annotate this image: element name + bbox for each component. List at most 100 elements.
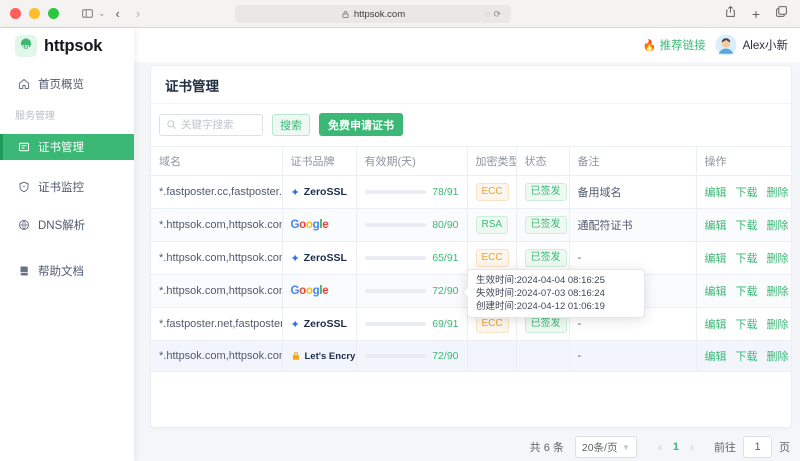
- download-link[interactable]: 下载: [736, 286, 758, 298]
- delete-link[interactable]: 删除: [767, 286, 789, 298]
- status-cell: 已签发: [516, 209, 569, 242]
- address-bar[interactable]: httpsok.com ◌⟳: [235, 5, 511, 23]
- edit-link[interactable]: 编辑: [705, 286, 727, 298]
- download-link[interactable]: 下载: [736, 319, 758, 331]
- brand-name: Let's Encrypt: [305, 351, 357, 362]
- reader-and-reload-icons[interactable]: ◌⟳: [485, 9, 504, 20]
- close-window-button[interactable]: [10, 8, 21, 19]
- zerossl-icon: ✦: [291, 252, 300, 265]
- validity-cell: 65/91: [356, 242, 467, 275]
- promo-link[interactable]: 🔥 推荐链接: [643, 37, 706, 53]
- download-link[interactable]: 下载: [736, 220, 758, 232]
- back-button[interactable]: ‹: [116, 7, 120, 20]
- status-cell: 已签发: [516, 176, 569, 209]
- encryption-cell: RSA: [467, 209, 516, 242]
- url-text: httpsok.com: [354, 9, 405, 20]
- download-link[interactable]: 下载: [736, 351, 758, 363]
- share-icon[interactable]: [724, 5, 737, 23]
- validity-value: 78/91: [432, 186, 458, 198]
- next-page-button[interactable]: ›: [682, 440, 702, 454]
- brand-cell: ✦ZeroSSL: [282, 176, 356, 209]
- validity-cell: 72/90: [356, 341, 467, 372]
- validity-cell: 78/91: [356, 176, 467, 209]
- sidebar-item-home[interactable]: 首页概览: [0, 73, 134, 95]
- brand-cell: Let's Encrypt: [282, 341, 356, 372]
- chevron-down-icon[interactable]: ⌄: [98, 8, 106, 19]
- home-icon: [18, 78, 30, 90]
- status-badge: 已签发: [525, 216, 567, 234]
- zoom-window-button[interactable]: [48, 8, 59, 19]
- browser-chrome: ⌄ ‹ › httpsok.com ◌⟳ +: [0, 0, 800, 28]
- sidebar-item-label: 帮助文档: [38, 263, 84, 279]
- download-link[interactable]: 下载: [736, 187, 758, 199]
- sidebar-toggle-icon[interactable]: [81, 7, 94, 20]
- lets-encrypt-lock-icon: [291, 351, 301, 361]
- prev-page-button[interactable]: ‹: [650, 440, 670, 454]
- actions-cell: 编辑下载删除: [696, 341, 791, 372]
- topbar: 🔥 推荐链接 Alex小新: [134, 28, 800, 62]
- avatar: [715, 34, 737, 56]
- minimize-window-button[interactable]: [29, 8, 40, 19]
- brand-cell: ✦ZeroSSL: [282, 242, 356, 275]
- tooltip-line: 生效时间:2024-04-04 08:16:25: [476, 274, 636, 287]
- pagination: 共 6 条 20条/页 ▼ ‹ 1 › 前往 页: [150, 436, 792, 458]
- total-count-label: 共 6 条: [530, 439, 564, 455]
- brand-name: ZeroSSL: [304, 186, 347, 198]
- sidebar-section-label: 服务管理: [0, 95, 134, 131]
- edit-link[interactable]: 编辑: [705, 319, 727, 331]
- forward-button[interactable]: ›: [136, 7, 140, 20]
- search-input[interactable]: [181, 119, 256, 131]
- table-row: *.fastposter.cc,fastposter.cc✦ZeroSSL78/…: [151, 176, 791, 209]
- validity-value: 80/90: [432, 219, 458, 231]
- edit-link[interactable]: 编辑: [705, 187, 727, 199]
- current-page-button[interactable]: 1: [670, 441, 682, 453]
- search-box: [159, 114, 263, 136]
- encryption-cell: [467, 341, 516, 372]
- validity-progress: 80/90: [365, 219, 459, 231]
- delete-link[interactable]: 删除: [767, 319, 789, 331]
- goto-page-input[interactable]: [743, 436, 772, 458]
- delete-link[interactable]: 删除: [767, 253, 789, 265]
- zerossl-icon: ✦: [291, 318, 300, 331]
- page-title: 证书管理: [151, 66, 791, 104]
- domain-cell: *.fastposter.net,fastposter.net: [151, 308, 282, 341]
- validity-value: 69/91: [432, 318, 458, 330]
- domain-cell: *.httpsok.com,httpsok.com: [151, 209, 282, 242]
- page-size-select[interactable]: 20条/页 ▼: [575, 436, 637, 458]
- sidebar-menu: 首页概览服务管理证书管理证书监控 DNS解析帮助文档: [0, 63, 134, 282]
- column-header: 操作: [696, 147, 791, 176]
- column-header: 证书品牌: [282, 147, 356, 176]
- sidebar-item-cert-manage[interactable]: 证书管理: [0, 134, 134, 160]
- download-link[interactable]: 下载: [736, 253, 758, 265]
- google-logo: Google: [291, 219, 329, 231]
- brand-cell: Google: [282, 209, 356, 242]
- tooltip-line: 失效时间:2024-07-03 08:16:24: [476, 287, 636, 300]
- actions-cell: 编辑下载删除: [696, 209, 791, 242]
- content-area: 证书管理 搜索 免费申请证书 域名证书: [134, 62, 800, 461]
- actions-cell: 编辑下载删除: [696, 308, 791, 341]
- sidebar-item-cert-monitor[interactable]: 证书监控: [0, 176, 134, 198]
- validity-progress: 72/90: [365, 285, 459, 297]
- status-cell: [516, 341, 569, 372]
- goto-label: 前往: [714, 439, 736, 455]
- edit-link[interactable]: 编辑: [705, 351, 727, 363]
- sidebar-item-docs[interactable]: 帮助文档: [0, 260, 134, 282]
- delete-link[interactable]: 删除: [767, 187, 789, 199]
- apply-certificate-button[interactable]: 免费申请证书: [319, 113, 403, 136]
- book-icon: [18, 265, 30, 277]
- user-menu[interactable]: Alex小新: [715, 34, 788, 56]
- certificate-table: 域名证书品牌有效期(天)加密类型状态备注操作 *.fastposter.cc,f…: [151, 146, 791, 372]
- column-header: 状态: [516, 147, 569, 176]
- search-icon: [166, 119, 177, 130]
- delete-link[interactable]: 删除: [767, 220, 789, 232]
- sidebar-item-label: 证书管理: [38, 139, 84, 155]
- new-tab-button[interactable]: +: [752, 7, 760, 21]
- edit-link[interactable]: 编辑: [705, 253, 727, 265]
- validity-cell: 80/90: [356, 209, 467, 242]
- edit-link[interactable]: 编辑: [705, 220, 727, 232]
- sidebar-item-dns[interactable]: DNS解析: [0, 214, 134, 236]
- search-button[interactable]: 搜索: [272, 114, 310, 136]
- tab-overview-icon[interactable]: [775, 5, 788, 23]
- delete-link[interactable]: 删除: [767, 351, 789, 363]
- brand-cell: ✦ZeroSSL: [282, 308, 356, 341]
